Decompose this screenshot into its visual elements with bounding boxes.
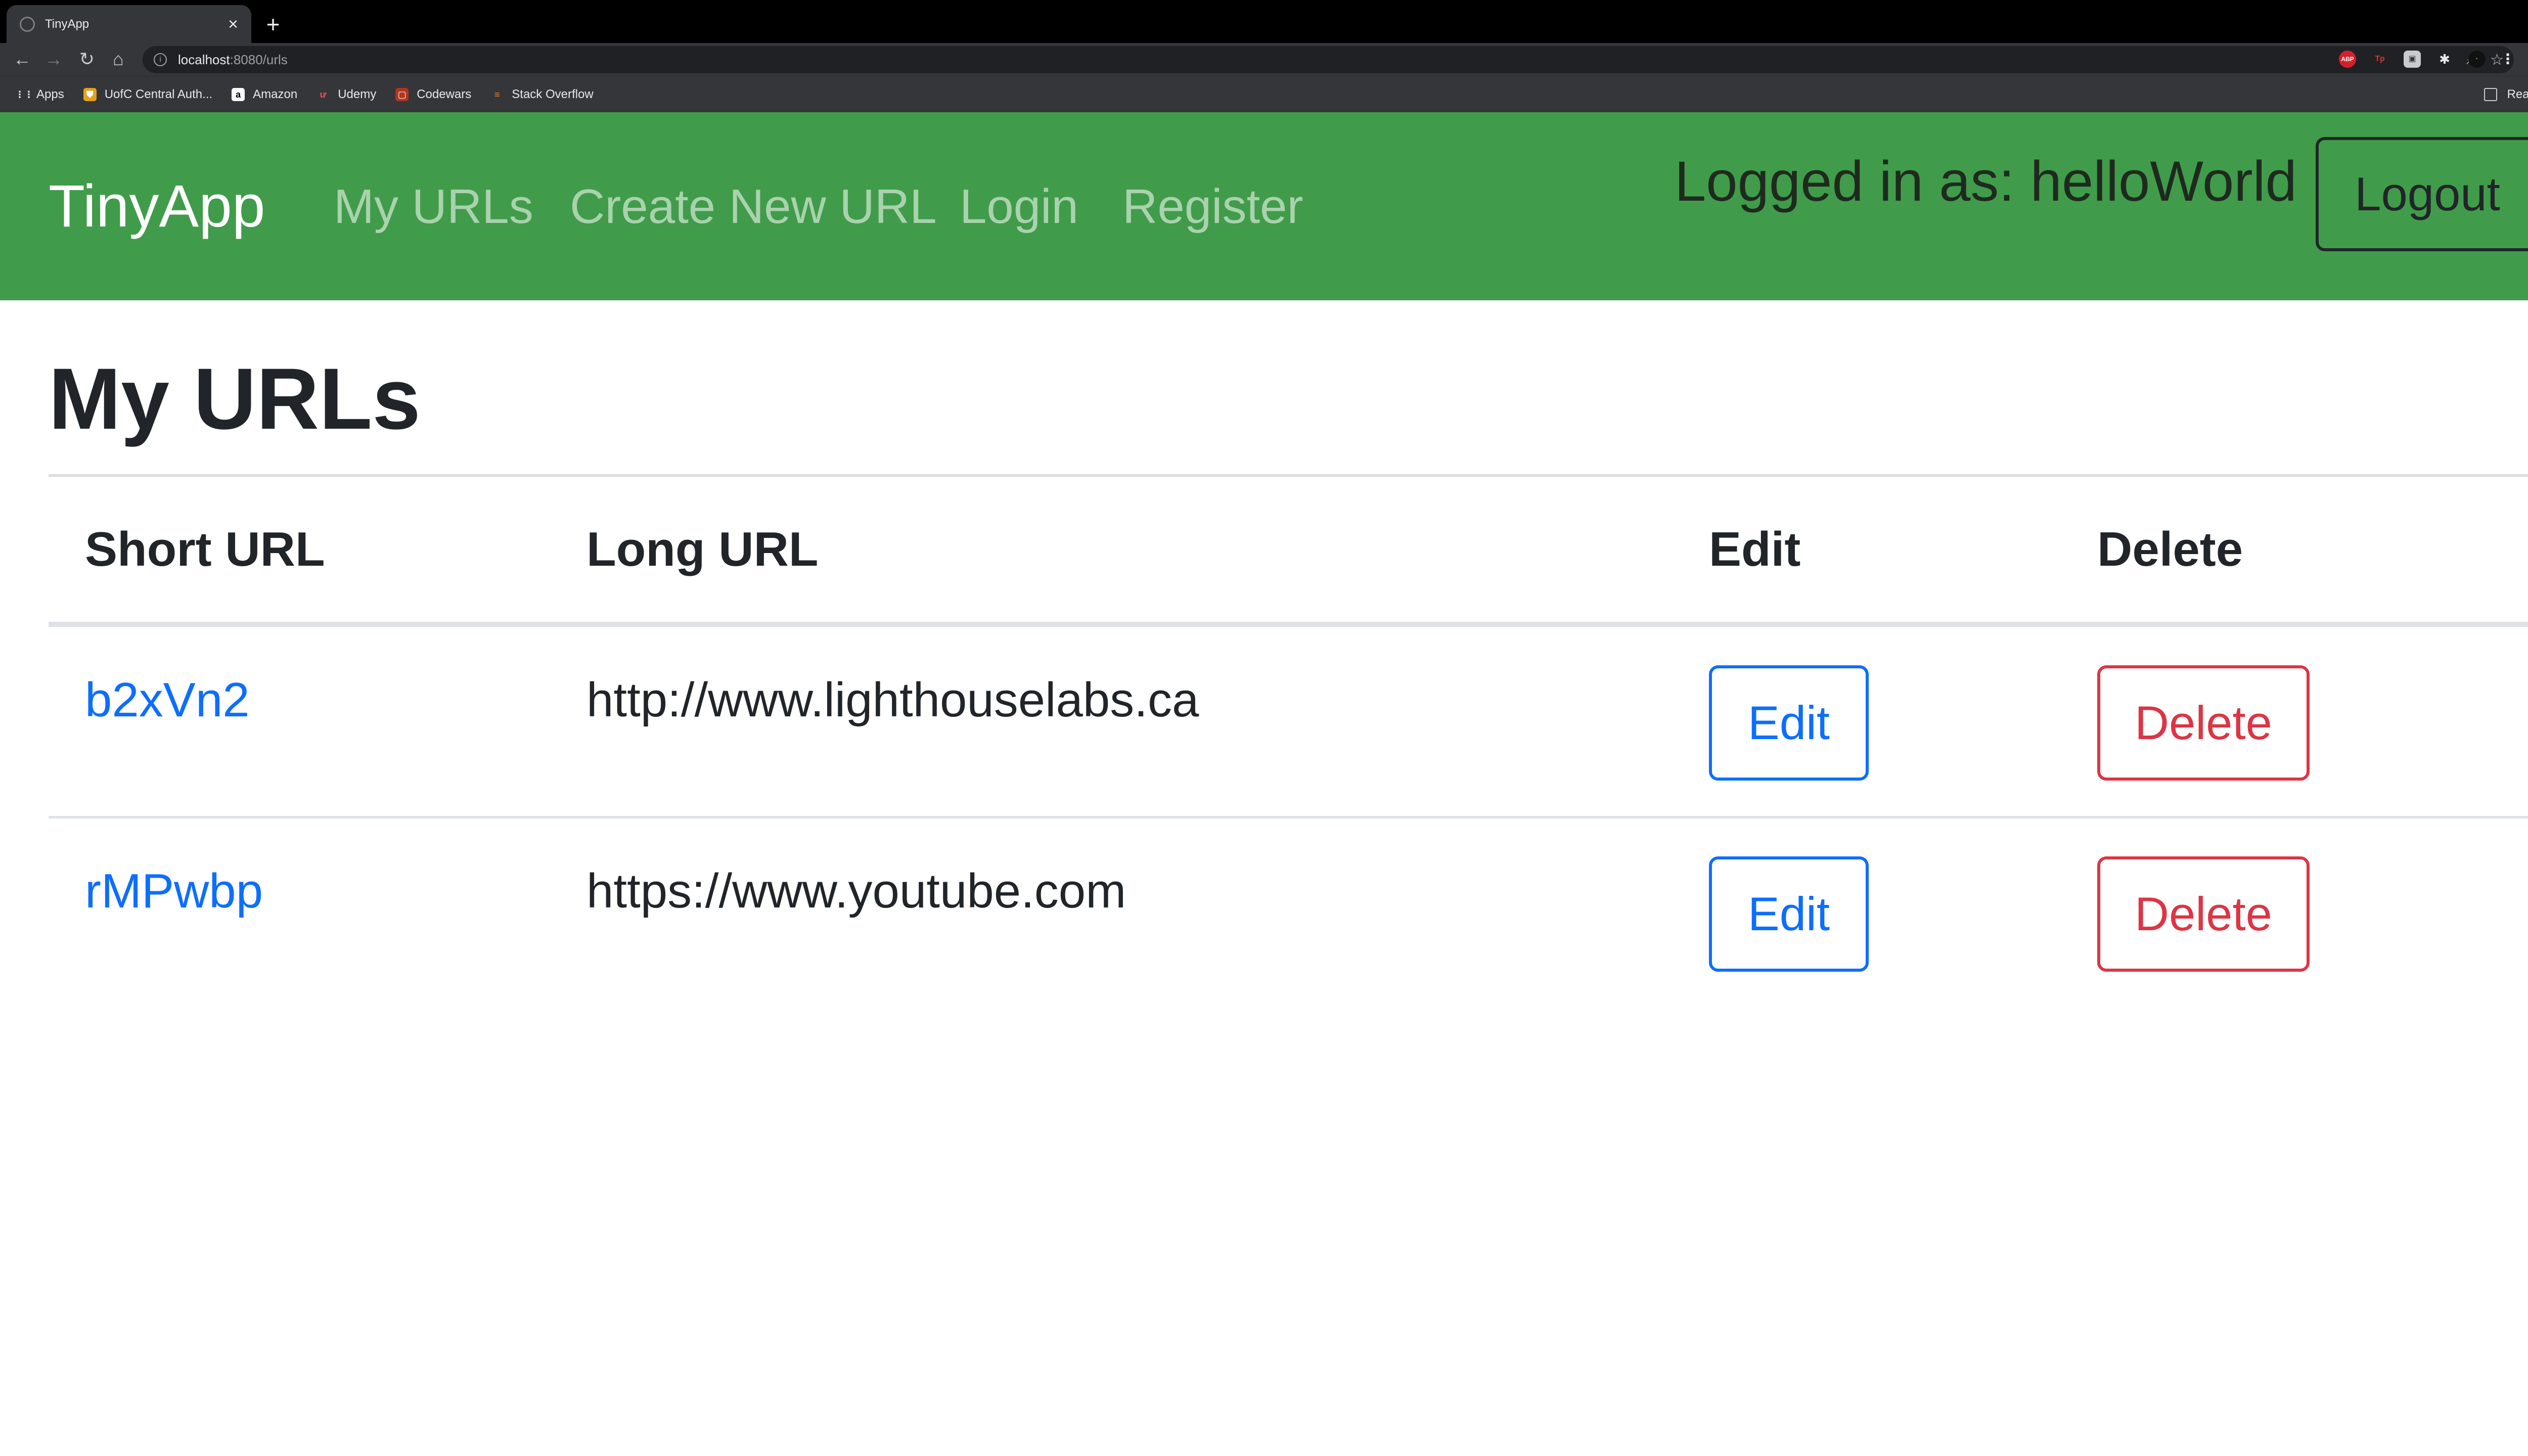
bookmark-uofc[interactable]: ⛊ UofC Central Auth... xyxy=(83,87,212,102)
bookmark-codewars[interactable]: ▢ Codewars xyxy=(395,87,471,102)
logout-button[interactable]: Logout xyxy=(2316,137,2528,251)
bookmark-label: Apps xyxy=(36,87,64,101)
site-navbar: TinyApp My URLs Create New URL Login Reg… xyxy=(0,112,2528,300)
column-header-delete: Delete xyxy=(2097,522,2243,576)
address-bar[interactable]: i localhost :8080/urls ⌕ ☆ xyxy=(143,46,2514,73)
delete-button[interactable]: Delete xyxy=(2097,665,2310,781)
bookmark-label: UofC Central Auth... xyxy=(104,87,213,101)
nav-create-new-url[interactable]: Create New URL xyxy=(570,179,937,235)
stackoverflow-icon: ≡ xyxy=(494,89,500,100)
site-info-icon[interactable]: i xyxy=(154,53,167,66)
table-header-divider xyxy=(49,622,2528,627)
bookmarks-bar: ⋮⋮ Apps ⛊ UofC Central Auth... a Amazon … xyxy=(0,76,2528,112)
edit-button[interactable]: Edit xyxy=(1709,856,1869,972)
puzzle-icon[interactable]: ✱ xyxy=(2436,51,2453,68)
brand-link[interactable]: TinyApp xyxy=(49,172,265,241)
back-arrow-icon[interactable]: ← xyxy=(10,47,34,71)
reload-icon[interactable]: ↻ xyxy=(75,47,99,71)
bookmark-apps[interactable]: ⋮⋮ Apps xyxy=(15,87,64,102)
bookmark-stackoverflow[interactable]: ≡ Stack Overflow xyxy=(490,87,594,102)
bookmark-label: Udemy xyxy=(338,87,377,101)
globe-icon xyxy=(20,16,35,32)
amazon-icon: a xyxy=(232,87,245,101)
bookmark-label: Codewars xyxy=(417,87,472,101)
udemy-icon: ư xyxy=(320,89,327,100)
column-header-long-url: Long URL xyxy=(586,522,819,576)
forward-arrow-icon[interactable]: → xyxy=(41,47,66,71)
logged-in-status: Logged in as: helloWorld xyxy=(1675,150,2297,213)
browser-tab[interactable]: TinyApp × xyxy=(7,5,251,43)
browser-toolbar: ← → ↻ ⌂ i localhost :8080/urls ⌕ ☆ xyxy=(0,43,2528,76)
browser-tabstrip: TinyApp × + ▾ xyxy=(0,0,2528,43)
reading-list-icon xyxy=(2484,88,2497,101)
edit-button[interactable]: Edit xyxy=(1709,665,1869,781)
tp-extension-icon[interactable]: Tp xyxy=(2371,51,2388,68)
extension-icon[interactable]: ▣ xyxy=(2404,51,2421,68)
row-divider xyxy=(49,816,2528,818)
column-header-edit: Edit xyxy=(1709,522,1801,576)
page-title: My URLs xyxy=(49,350,421,447)
delete-button[interactable]: Delete xyxy=(2097,856,2310,972)
extensions-area: ABP Tp ▣ ✱ · ⋮ xyxy=(2339,47,2515,71)
nav-login[interactable]: Login xyxy=(960,179,1078,235)
column-header-short-url: Short URL xyxy=(85,522,325,576)
menu-kebab-icon[interactable]: ⋮ xyxy=(2501,51,2515,68)
reading-list-button[interactable]: Reading List xyxy=(2484,76,2528,113)
new-tab-button[interactable]: + xyxy=(263,9,283,39)
home-icon[interactable]: ⌂ xyxy=(106,47,130,71)
url-host: localhost xyxy=(178,52,230,67)
tab-title: TinyApp xyxy=(45,17,89,31)
reading-list-label: Reading List xyxy=(2507,87,2528,101)
bookmark-amazon[interactable]: a Amazon xyxy=(232,87,297,102)
nav-my-urls[interactable]: My URLs xyxy=(334,179,533,235)
title-divider xyxy=(49,474,2528,477)
short-url-link[interactable]: rMPwbp xyxy=(85,863,263,919)
short-url-link[interactable]: b2xVn2 xyxy=(85,672,250,728)
apps-grid-icon: ⋮⋮ xyxy=(15,89,33,100)
uofc-shield-icon: ⛊ xyxy=(83,87,97,101)
url-path: :8080/urls xyxy=(230,52,288,67)
long-url-text: https://www.youtube.com xyxy=(586,864,1126,918)
codewars-icon: ▢ xyxy=(395,87,409,101)
avatar[interactable]: · xyxy=(2468,51,2486,68)
bookmark-udemy[interactable]: ư Udemy xyxy=(317,87,377,102)
nav-register[interactable]: Register xyxy=(1122,179,1303,235)
close-tab-icon[interactable]: × xyxy=(228,16,238,33)
adblock-icon[interactable]: ABP xyxy=(2339,51,2356,68)
bookmark-label: Stack Overflow xyxy=(512,87,594,101)
long-url-text: http://www.lighthouselabs.ca xyxy=(586,673,1199,727)
bookmark-label: Amazon xyxy=(253,87,298,101)
